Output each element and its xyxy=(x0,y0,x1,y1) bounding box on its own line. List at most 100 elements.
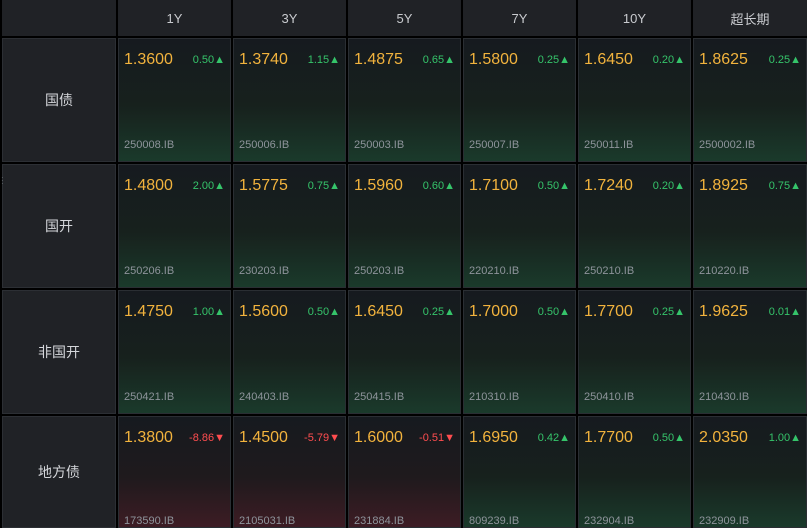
change-value: 0.01▲ xyxy=(768,306,801,318)
yield-value: 1.6450 xyxy=(584,51,633,68)
quote-cell[interactable]: 1.6950 0.42▲ 809239.IB xyxy=(463,416,576,528)
quote-cell[interactable]: 1.6450 0.25▲ 250415.IB xyxy=(348,290,461,414)
bond-code: 250008.IB xyxy=(124,139,175,151)
quote-cell[interactable]: 1.6450 0.20▲ 250011.IB xyxy=(578,38,691,162)
yield-value: 1.8925 xyxy=(699,177,748,194)
change-value: 2.00▲ xyxy=(192,180,225,192)
bond-code: 250011.IB xyxy=(584,139,634,151)
yield-value: 1.6950 xyxy=(469,429,518,446)
quote-cell[interactable]: 1.3800 -8.86▼ 173590.IB xyxy=(118,416,231,528)
yield-value: 1.7700 xyxy=(584,303,633,320)
quote-cell[interactable]: 1.5800 0.25▲ 250007.IB xyxy=(463,38,576,162)
bond-code: 240403.IB xyxy=(239,391,290,403)
quote-cell[interactable]: 1.7700 0.25▲ 250410.IB xyxy=(578,290,691,414)
change-value: -5.79▼ xyxy=(304,432,340,444)
bond-code: 2500002.IB xyxy=(699,139,756,151)
change-value: 0.25▲ xyxy=(422,306,455,318)
bond-code: 2105031.IB xyxy=(239,515,296,527)
yield-value: 1.5800 xyxy=(469,51,518,68)
bond-code: 210430.IB xyxy=(699,391,750,403)
row-label-cdb: 国开 xyxy=(2,164,116,288)
quote-cell[interactable]: 1.4500 -5.79▼ 2105031.IB xyxy=(233,416,346,528)
yield-value: 1.7700 xyxy=(584,429,633,446)
change-value: 0.20▲ xyxy=(652,54,685,66)
resize-handle[interactable]: · · · xyxy=(1,174,4,188)
change-value: 0.50▲ xyxy=(652,432,685,444)
yield-value: 1.3740 xyxy=(239,51,288,68)
change-value: 0.50▲ xyxy=(537,180,570,192)
yield-value: 2.0350 xyxy=(699,429,748,446)
row-label-treasury: 国债 xyxy=(2,38,116,162)
bond-code: 231884.IB xyxy=(354,515,405,527)
change-value: 0.25▲ xyxy=(537,54,570,66)
yield-value: 1.6000 xyxy=(354,429,403,446)
column-header-1y[interactable]: 1Y xyxy=(118,0,231,36)
quote-cell[interactable]: 1.4800 2.00▲ 250206.IB xyxy=(118,164,231,288)
header-corner xyxy=(2,0,116,36)
yield-value: 1.4875 xyxy=(354,51,403,68)
quote-cell[interactable]: 1.4875 0.65▲ 250003.IB xyxy=(348,38,461,162)
quote-cell[interactable]: 1.3740 1.15▲ 250006.IB xyxy=(233,38,346,162)
bond-code: 210220.IB xyxy=(699,265,750,277)
bond-code: 173590.IB xyxy=(124,515,175,527)
change-value: 1.00▲ xyxy=(768,432,801,444)
bond-code: 250007.IB xyxy=(469,139,520,151)
yield-value: 1.7100 xyxy=(469,177,518,194)
yield-value: 1.6450 xyxy=(354,303,403,320)
column-header-10y[interactable]: 10Y xyxy=(578,0,691,36)
bond-code: 250410.IB xyxy=(584,391,635,403)
quote-cell[interactable]: 1.9625 0.01▲ 210430.IB xyxy=(693,290,807,414)
quote-cell[interactable]: 1.6000 -0.51▼ 231884.IB xyxy=(348,416,461,528)
quote-cell[interactable]: 1.5775 0.75▲ 230203.IB xyxy=(233,164,346,288)
bond-code: 250415.IB xyxy=(354,391,405,403)
quote-cell[interactable]: 1.8925 0.75▲ 210220.IB xyxy=(693,164,807,288)
quote-cell[interactable]: 1.7700 0.50▲ 232904.IB xyxy=(578,416,691,528)
yield-value: 1.3600 xyxy=(124,51,173,68)
bond-code: 220210.IB xyxy=(469,265,520,277)
quote-cell[interactable]: 2.0350 1.00▲ 232909.IB xyxy=(693,416,807,528)
yield-value: 1.8625 xyxy=(699,51,748,68)
change-value: 1.15▲ xyxy=(307,54,340,66)
change-value: 0.42▲ xyxy=(537,432,570,444)
change-value: 0.75▲ xyxy=(768,180,801,192)
change-value: 0.50▲ xyxy=(537,306,570,318)
yield-value: 1.5600 xyxy=(239,303,288,320)
quote-cell[interactable]: 1.4750 1.00▲ 250421.IB xyxy=(118,290,231,414)
yield-value: 1.4500 xyxy=(239,429,288,446)
change-value: 0.50▲ xyxy=(307,306,340,318)
column-header-5y[interactable]: 5Y xyxy=(348,0,461,36)
quote-cell[interactable]: 1.7100 0.50▲ 220210.IB xyxy=(463,164,576,288)
quote-cell[interactable]: 1.3600 0.50▲ 250008.IB xyxy=(118,38,231,162)
bond-code: 250210.IB xyxy=(584,265,635,277)
bond-code: 210310.IB xyxy=(469,391,520,403)
quote-cell[interactable]: 1.7000 0.50▲ 210310.IB xyxy=(463,290,576,414)
change-value: 0.60▲ xyxy=(422,180,455,192)
change-value: 0.20▲ xyxy=(652,180,685,192)
row-label-local-gov: 地方债 xyxy=(2,416,116,528)
yield-value: 1.4750 xyxy=(124,303,173,320)
column-header-3y[interactable]: 3Y xyxy=(233,0,346,36)
yield-value: 1.5960 xyxy=(354,177,403,194)
quote-cell[interactable]: 1.8625 0.25▲ 2500002.IB xyxy=(693,38,807,162)
yield-value: 1.4800 xyxy=(124,177,173,194)
change-value: 0.75▲ xyxy=(307,180,340,192)
change-value: 0.25▲ xyxy=(768,54,801,66)
yield-value: 1.7240 xyxy=(584,177,633,194)
change-value: 1.00▲ xyxy=(192,306,225,318)
bond-code: 250003.IB xyxy=(354,139,405,151)
quote-cell[interactable]: 1.7240 0.20▲ 250210.IB xyxy=(578,164,691,288)
quote-cell[interactable]: 1.5960 0.60▲ 250203.IB xyxy=(348,164,461,288)
column-header-ultra-long[interactable]: 超长期 xyxy=(693,0,807,36)
bond-code: 230203.IB xyxy=(239,265,290,277)
column-header-7y[interactable]: 7Y xyxy=(463,0,576,36)
row-label-non-cdb: 非国开 xyxy=(2,290,116,414)
change-value: 0.65▲ xyxy=(422,54,455,66)
bond-code: 250421.IB xyxy=(124,391,175,403)
bond-code: 232909.IB xyxy=(699,515,750,527)
yield-value: 1.3800 xyxy=(124,429,173,446)
yield-value: 1.9625 xyxy=(699,303,748,320)
quote-cell[interactable]: 1.5600 0.50▲ 240403.IB xyxy=(233,290,346,414)
bond-code: 250006.IB xyxy=(239,139,290,151)
change-value: 0.50▲ xyxy=(192,54,225,66)
change-value: -8.86▼ xyxy=(189,432,225,444)
